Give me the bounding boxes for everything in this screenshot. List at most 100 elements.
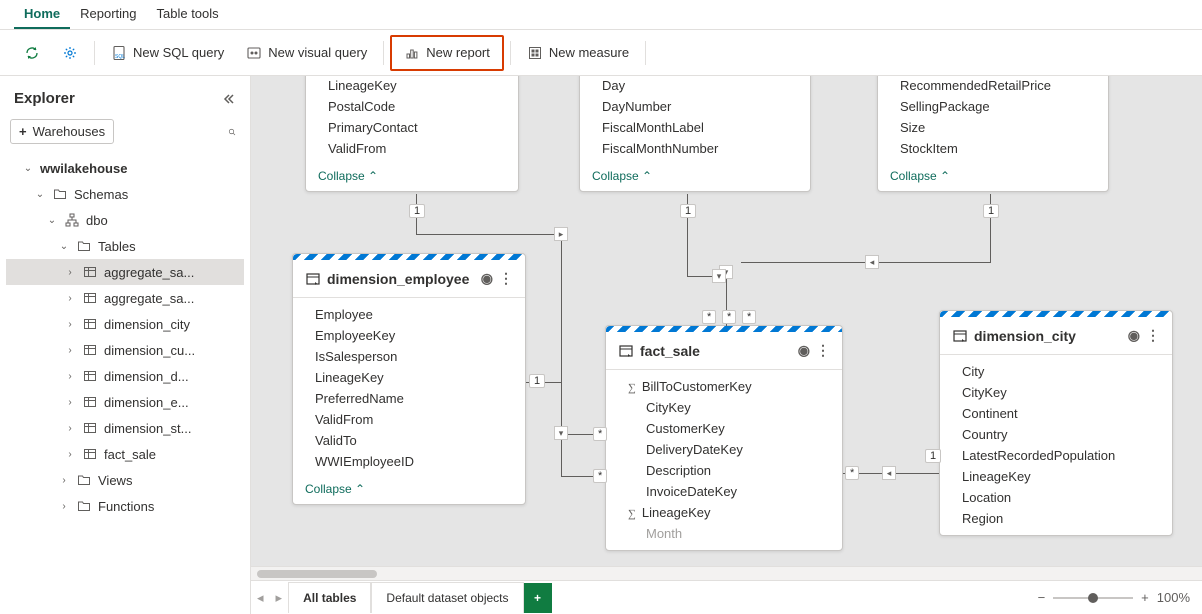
- tree-table-item[interactable]: ›dimension_d...: [6, 363, 244, 389]
- cardinality-one: 1: [680, 204, 696, 218]
- folder-icon: [76, 498, 92, 514]
- new-sql-query-button[interactable]: SQL New SQL query: [101, 39, 234, 67]
- zoom-thumb[interactable]: [1088, 593, 1098, 603]
- more-icon[interactable]: ⋮: [1146, 327, 1160, 344]
- tree-table-item[interactable]: ›fact_sale: [6, 441, 244, 467]
- tree-table-item[interactable]: ›dimension_cu...: [6, 337, 244, 363]
- new-visual-query-button[interactable]: New visual query: [236, 39, 377, 67]
- entity-fact-sale[interactable]: fact_sale ◉ ⋮ ∑BillToCustomerKey CityKey…: [605, 325, 843, 551]
- warehouses-label: Warehouses: [33, 124, 106, 139]
- tree-table-item[interactable]: › aggregate_sa...: [6, 259, 244, 285]
- tree-table-item[interactable]: ›dimension_city: [6, 311, 244, 337]
- chevron-right-icon: ›: [64, 319, 76, 330]
- collapse-link[interactable]: Collapse ⌃: [580, 165, 810, 191]
- warehouses-button[interactable]: + Warehouses: [10, 119, 114, 144]
- chevron-down-icon: ⌄: [46, 215, 58, 226]
- chevron-down-icon: ⌄: [34, 189, 46, 200]
- tab-home[interactable]: Home: [14, 0, 70, 29]
- field: City: [962, 361, 1158, 382]
- zoom-slider[interactable]: [1053, 597, 1133, 599]
- tree-table-item[interactable]: ›dimension_e...: [6, 389, 244, 415]
- tree-tables[interactable]: ⌄ Tables: [6, 233, 244, 259]
- tree-lakehouse[interactable]: ⌄ wwilakehouse: [6, 156, 244, 181]
- separator: [645, 41, 646, 65]
- more-icon[interactable]: ⋮: [499, 270, 513, 287]
- field: Location: [962, 487, 1158, 508]
- table-icon: [82, 420, 98, 436]
- field: CityKey: [628, 397, 828, 418]
- zoom-out-button[interactable]: −: [1038, 590, 1046, 605]
- highlight-new-report: New report: [390, 35, 504, 71]
- tab-reporting[interactable]: Reporting: [70, 0, 146, 29]
- bottom-tab-bar: ◂ ▸ All tables Default dataset objects +…: [251, 580, 1202, 614]
- entity-card[interactable]: RecommendedRetailPrice SellingPackage Si…: [877, 76, 1109, 192]
- entity-dimension-city[interactable]: dimension_city ◉ ⋮ City CityKey Continen…: [939, 310, 1173, 536]
- explorer-tree: ⌄ wwilakehouse ⌄ Schemas ⌄ dbo ⌄ Tables …: [6, 150, 244, 606]
- chevron-right-icon: ›: [64, 345, 76, 356]
- tree-label: Tables: [98, 239, 136, 254]
- tree-functions[interactable]: › Functions: [6, 493, 244, 519]
- tab-nav-left[interactable]: ◂: [251, 586, 270, 610]
- entity-fields: LineageKey PostalCode PrimaryContact Val…: [306, 76, 518, 165]
- entity-title: dimension_employee: [327, 271, 469, 287]
- entity-header: fact_sale ◉ ⋮: [606, 332, 842, 370]
- tree-table-item[interactable]: ›dimension_st...: [6, 415, 244, 441]
- horizontal-scrollbar[interactable]: [251, 566, 1202, 580]
- tree-label: Views: [98, 473, 132, 488]
- visibility-icon[interactable]: ◉: [1128, 327, 1140, 344]
- toolbar: SQL New SQL query New visual query New r…: [0, 30, 1202, 76]
- explorer-controls: + Warehouses: [6, 113, 244, 150]
- entity-dimension-employee[interactable]: dimension_employee ◉ ⋮ Employee Employee…: [292, 253, 526, 505]
- more-icon[interactable]: ⋮: [816, 342, 830, 359]
- field: Continent: [962, 403, 1158, 424]
- scrollbar-thumb[interactable]: [257, 570, 377, 578]
- field: ValidFrom: [328, 138, 504, 159]
- visibility-icon[interactable]: ◉: [798, 342, 810, 359]
- collapse-link[interactable]: Collapse ⌃: [306, 165, 518, 191]
- entity-card[interactable]: LineageKey PostalCode PrimaryContact Val…: [305, 76, 519, 192]
- field: CustomerKey: [628, 418, 828, 439]
- tree-label: Schemas: [74, 187, 128, 202]
- tab-default-dataset[interactable]: Default dataset objects: [371, 582, 523, 613]
- refresh-button[interactable]: [14, 39, 50, 67]
- zoom-value: 100%: [1157, 590, 1190, 605]
- settings-button[interactable]: [52, 39, 88, 67]
- field: Country: [962, 424, 1158, 445]
- collapse-panel-icon[interactable]: [220, 91, 236, 107]
- tab-nav-right[interactable]: ▸: [270, 586, 289, 610]
- tab-add[interactable]: +: [524, 583, 552, 613]
- collapse-link[interactable]: Collapse ⌃: [878, 165, 1108, 191]
- tree-schemas[interactable]: ⌄ Schemas: [6, 181, 244, 207]
- tree-table-item[interactable]: ›aggregate_sa...: [6, 285, 244, 311]
- tab-table-tools[interactable]: Table tools: [147, 0, 229, 29]
- model-canvas[interactable]: LineageKey PostalCode PrimaryContact Val…: [251, 76, 1202, 566]
- gear-icon: [62, 45, 78, 61]
- field: ∑BillToCustomerKey: [628, 376, 828, 397]
- table-icon: [82, 342, 98, 358]
- visibility-icon[interactable]: ◉: [481, 270, 493, 287]
- collapse-link[interactable]: Collapse ⌃: [293, 478, 525, 504]
- tree-views[interactable]: › Views: [6, 467, 244, 493]
- field: WWIEmployeeID: [315, 451, 511, 472]
- field: Employee: [315, 304, 511, 325]
- field: ValidTo: [315, 430, 511, 451]
- tab-all-tables[interactable]: All tables: [288, 582, 371, 613]
- cardinality-one: 1: [983, 204, 999, 218]
- separator: [383, 41, 384, 65]
- zoom-in-button[interactable]: +: [1141, 590, 1149, 605]
- entity-card[interactable]: Day DayNumber FiscalMonthLabel FiscalMon…: [579, 76, 811, 192]
- folder-icon: [76, 472, 92, 488]
- field: Day: [602, 76, 796, 96]
- relationship-line: [416, 234, 561, 235]
- new-measure-button[interactable]: New measure: [517, 39, 639, 67]
- tree-label: aggregate_sa...: [104, 265, 194, 280]
- table-icon: [305, 271, 321, 287]
- entity-fields: Day DayNumber FiscalMonthLabel FiscalMon…: [580, 76, 810, 165]
- field: StockItem: [900, 138, 1094, 159]
- tree-dbo[interactable]: ⌄ dbo: [6, 207, 244, 233]
- search-icon[interactable]: [224, 124, 240, 140]
- table-icon: [82, 368, 98, 384]
- cardinality-one: 1: [529, 374, 545, 388]
- new-report-button[interactable]: New report: [394, 39, 500, 67]
- chevron-right-icon: ›: [64, 397, 76, 408]
